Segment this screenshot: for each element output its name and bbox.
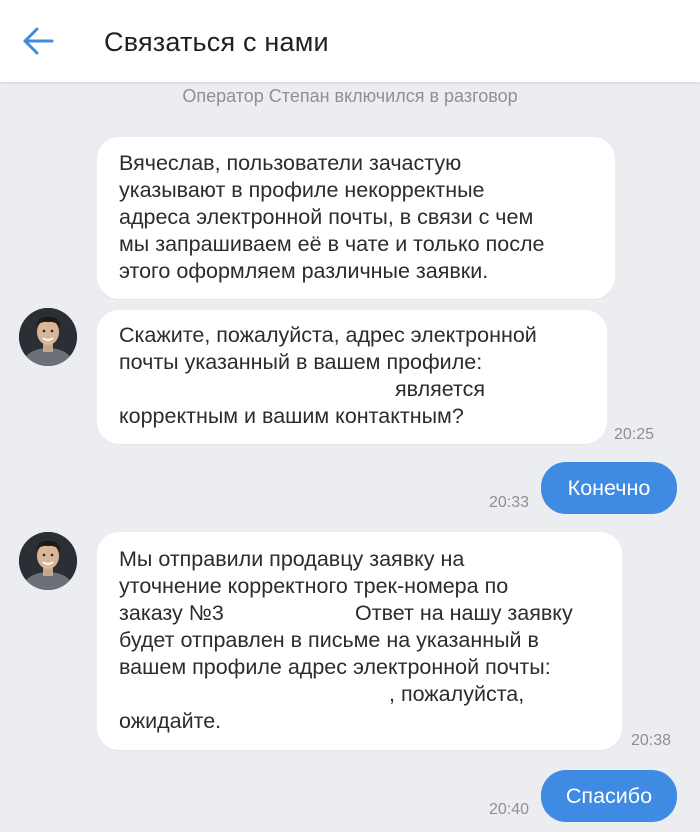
- page-title: Связаться с нами: [104, 27, 329, 57]
- outgoing-message-bubble: Конечно: [541, 462, 677, 514]
- incoming-message-bubble: Мы отправили продавцу заявку на уточнени…: [97, 532, 622, 750]
- message-timestamp: 20:38: [631, 732, 672, 749]
- message-text-line: Ответ на нашу заявку: [355, 601, 573, 625]
- operator-avatar-icon: [19, 308, 77, 366]
- message-text-line: будет отправлен в письме на указанный в: [119, 628, 539, 652]
- operator-avatar-icon: [19, 532, 77, 590]
- message-text-line: Мы отправили продавцу заявку на: [119, 547, 465, 571]
- message-text-line: заказу №3: [119, 601, 224, 625]
- redacted-email: [105, 681, 390, 709]
- app-header: Связаться с нами: [0, 0, 700, 82]
- message-text-line: , пожалуйста,: [389, 682, 525, 706]
- message-text-line: ожидайте.: [119, 709, 222, 733]
- message-text-line: вашем профиле адрес электронной почты:: [119, 655, 551, 679]
- incoming-message-bubble: Скажите, пожалуйста, адрес электронной п…: [97, 310, 607, 444]
- message-timestamp: 20:33: [489, 494, 530, 511]
- message-text-line: является: [395, 377, 485, 401]
- message-text-line: корректным и вашим контактным?: [119, 404, 464, 428]
- outgoing-message-bubble: Спасибо: [541, 770, 677, 822]
- message-timestamp: 20:40: [489, 801, 530, 818]
- message-text-line: Скажите, пожалуйста, адрес электронной: [119, 323, 537, 347]
- incoming-message-bubble: Вячеслав, пользователи зачастую указываю…: [97, 137, 615, 299]
- redacted-order-number: [239, 600, 351, 628]
- arrow-left-icon[interactable]: [22, 26, 54, 56]
- message-text: Вячеслав, пользователи зачастую указываю…: [119, 151, 545, 283]
- message-text-line: почты указанный в вашем профиле:: [119, 350, 483, 374]
- message-text-line: уточнение корректного трек-номера по: [119, 574, 509, 598]
- message-timestamp: 20:25: [614, 426, 655, 443]
- redacted-email: [105, 376, 390, 404]
- operator-joined-notice: Оператор Степан включился в разговор: [182, 86, 518, 106]
